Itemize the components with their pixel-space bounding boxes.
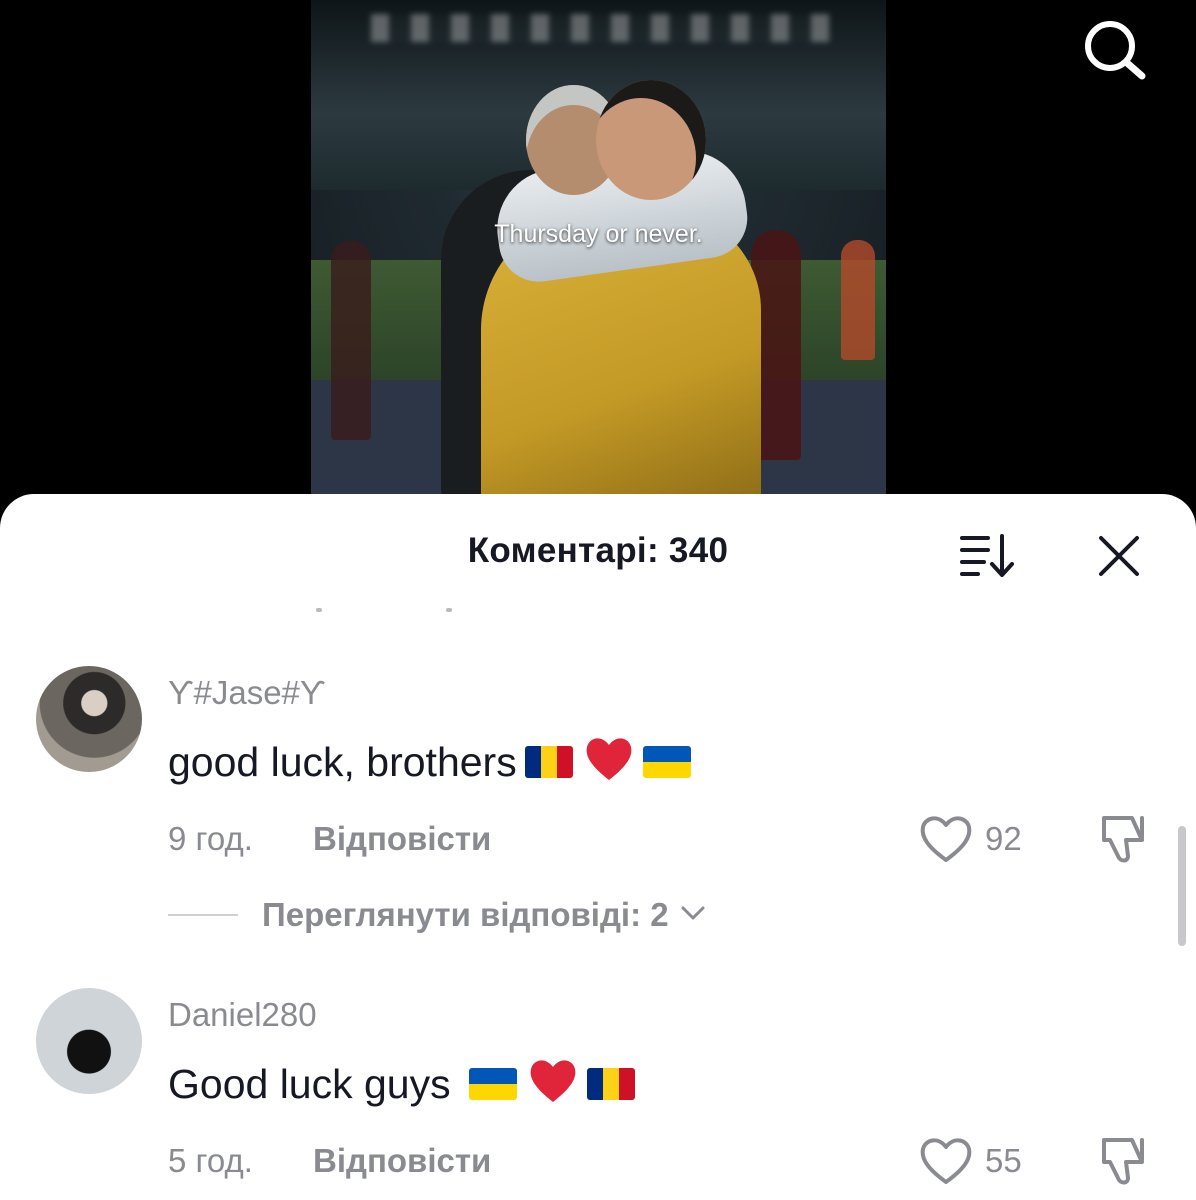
comment-text: good luck, brothers <box>168 734 691 792</box>
comment-username[interactable]: Daniel280 <box>168 996 317 1034</box>
background-person <box>841 240 875 360</box>
flag-romania-icon <box>586 1068 635 1100</box>
scrollbar[interactable] <box>1178 826 1186 946</box>
flag-ukraine-icon <box>642 746 691 778</box>
sort-icon <box>960 534 1014 577</box>
like-count: 55 <box>985 1142 1022 1179</box>
replies-divider <box>168 914 238 916</box>
comment-username[interactable]: ϒ#Jase#ϒ <box>168 674 325 712</box>
chevron-down-icon <box>681 906 705 920</box>
partial-content-speck <box>316 608 322 612</box>
video-caption: Thursday or never. <box>494 220 703 248</box>
comments-sheet: Коментарі: 340 ϒ#Jase#ϒ good luck, broth… <box>0 494 1196 1200</box>
partial-content-speck <box>446 608 452 612</box>
background-person <box>331 240 371 440</box>
close-button[interactable] <box>1095 532 1143 580</box>
red-heart-icon <box>527 1056 579 1114</box>
like-button[interactable] <box>918 1136 974 1186</box>
view-replies-button[interactable]: Переглянути відповіді: 2 <box>262 896 706 934</box>
thumbs-down-icon <box>1102 1138 1144 1185</box>
avatar[interactable] <box>36 988 142 1094</box>
reply-button[interactable]: Відповісти <box>313 1142 491 1180</box>
thumbs-down-icon <box>1102 816 1144 863</box>
view-replies-label: Переглянути відповіді: 2 <box>262 896 669 933</box>
comment-text-body: good luck, brothers <box>168 739 517 785</box>
player-head <box>596 80 706 200</box>
reply-button[interactable]: Відповісти <box>313 820 491 858</box>
heart-outline-icon <box>920 816 972 862</box>
comment-time: 5 год. <box>168 1142 253 1179</box>
red-heart-icon <box>583 734 635 792</box>
close-icon <box>1099 536 1139 576</box>
search-button[interactable] <box>1080 18 1148 80</box>
dislike-button[interactable] <box>1098 1134 1150 1188</box>
comment-time: 9 год. <box>168 820 253 857</box>
stadium-lights <box>371 14 831 42</box>
like-button[interactable] <box>918 814 974 864</box>
search-icon <box>1085 21 1146 80</box>
sort-button[interactable] <box>958 532 1018 580</box>
dislike-button[interactable] <box>1098 812 1150 866</box>
like-count: 92 <box>985 820 1022 857</box>
comment-text: Good luck guys <box>168 1056 635 1114</box>
flag-ukraine-icon <box>468 1068 517 1100</box>
avatar[interactable] <box>36 666 142 772</box>
flag-romania-icon <box>524 746 573 778</box>
comment-text-body: Good luck guys <box>168 1061 451 1107</box>
heart-outline-icon <box>920 1138 972 1184</box>
